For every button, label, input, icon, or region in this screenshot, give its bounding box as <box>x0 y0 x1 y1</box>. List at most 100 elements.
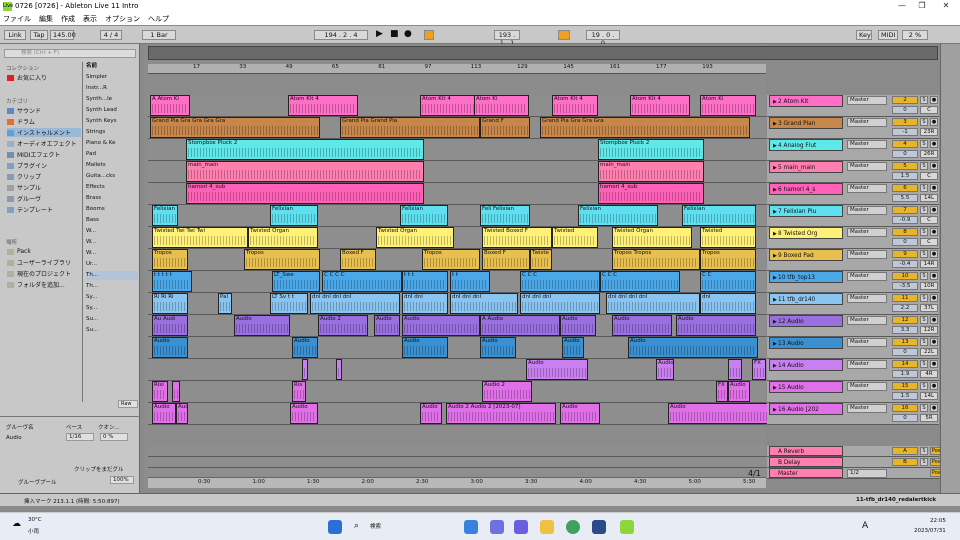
track-activator[interactable]: 3 <box>892 118 918 126</box>
clip[interactable]: t t t <box>402 271 448 292</box>
clip[interactable]: Atom Kit 4 <box>288 95 358 116</box>
clip[interactable]: Atom Kit 4 <box>420 95 478 116</box>
clip[interactable]: Twisted <box>552 227 598 248</box>
chrome-icon[interactable] <box>566 520 580 534</box>
arm-button[interactable]: ● <box>930 228 938 236</box>
track-fold-icon[interactable]: ▶ <box>773 121 777 127</box>
file-list-item[interactable]: Bass <box>86 216 138 225</box>
track-fold-icon[interactable]: ▶ <box>773 319 777 325</box>
track-activator[interactable]: 4 <box>892 140 918 148</box>
solo-button[interactable]: S <box>920 250 928 258</box>
file-list-item[interactable]: Guita...cks <box>86 172 138 181</box>
solo-button[interactable]: S <box>920 206 928 214</box>
track-pan[interactable]: C <box>920 238 938 246</box>
track-fold-icon[interactable]: ▶ <box>773 385 777 391</box>
file-list-item[interactable]: Synth Lead <box>86 106 138 115</box>
output-routing-select[interactable]: Master <box>847 404 887 413</box>
return-activator[interactable]: A <box>892 447 918 455</box>
clip[interactable]: Audio <box>420 403 442 424</box>
return-track-header[interactable]: B Delay B S Post <box>767 457 944 468</box>
clip[interactable]: dnl dnl dnl dnl <box>606 293 700 314</box>
track-pan[interactable]: 5R <box>920 414 938 422</box>
category-item[interactable]: サウンド <box>7 106 41 115</box>
track-name[interactable]: ▶ 3 Grand Pian <box>769 117 843 129</box>
file-list-item[interactable]: Sy... <box>86 304 138 313</box>
stop-button[interactable]: ■ <box>390 29 399 40</box>
track-pan[interactable]: 10R <box>920 282 938 290</box>
groove-base-select[interactable]: 1/16 <box>66 433 94 441</box>
clip[interactable]: Feli Felixian <box>480 205 530 226</box>
track-pan[interactable]: 12R <box>920 326 938 334</box>
clip[interactable]: A Audio <box>480 315 560 336</box>
clip[interactable]: dnl dnl dnl <box>520 293 600 314</box>
solo-button[interactable]: S <box>920 458 928 466</box>
track-volume[interactable]: -1 <box>892 128 918 136</box>
track-volume[interactable]: 0 <box>892 150 918 158</box>
clip[interactable]: Audio <box>374 315 400 336</box>
clip[interactable]: Audio <box>676 315 756 336</box>
track-pan[interactable]: C <box>920 106 938 114</box>
track-header[interactable]: ▶ 5 main_main Master 5 S ● 1.5 C <box>767 161 939 183</box>
output-routing-select[interactable]: Master <box>847 140 887 149</box>
clip[interactable]: hamori 4_sub <box>186 183 424 204</box>
track-header[interactable]: ▶ 2 Atom Kit Master 2 S ● 0 C <box>767 95 939 117</box>
file-list-item[interactable]: Piano & Ke <box>86 139 138 148</box>
category-item[interactable]: プラグイン <box>7 161 47 170</box>
clip[interactable]: Audio <box>628 337 758 358</box>
clip[interactable]: Grand Pia Gra Gra Gra <box>540 117 750 138</box>
temperature-label[interactable]: 30°C <box>28 517 42 523</box>
menu-item[interactable]: 作成 <box>61 14 75 24</box>
file-list-item[interactable]: Su... <box>86 326 138 335</box>
teams-icon[interactable] <box>490 520 504 534</box>
track-pan[interactable]: 14L <box>920 194 938 202</box>
clip[interactable]: Audio <box>668 403 780 424</box>
track-volume[interactable]: 3.3 <box>892 326 918 334</box>
clip[interactable]: Atom Kit 4 <box>630 95 690 116</box>
track-activator[interactable]: 5 <box>892 162 918 170</box>
track-name[interactable]: ▶ 2 Atom Kit <box>769 95 843 107</box>
track-activator[interactable]: 11 <box>892 294 918 302</box>
close-button[interactable]: ✕ <box>934 0 958 12</box>
track-fold-icon[interactable]: ▶ <box>773 165 777 171</box>
track-pan[interactable]: C <box>920 216 938 224</box>
solo-button[interactable]: S <box>920 316 928 324</box>
play-button[interactable]: ▶ <box>376 29 383 40</box>
file-list-item[interactable]: Strings <box>86 128 138 137</box>
arm-button[interactable]: ● <box>930 404 938 412</box>
groove-item-name[interactable]: Audio <box>6 435 22 441</box>
track-fold-icon[interactable]: ▶ <box>773 209 777 215</box>
track-fold-icon[interactable]: ▶ <box>773 99 777 105</box>
category-item[interactable]: サンプル <box>7 183 41 192</box>
clip[interactable]: Tropos <box>152 249 188 270</box>
chat-icon[interactable] <box>514 520 528 534</box>
track-pan[interactable]: 26R <box>920 150 938 158</box>
category-item[interactable]: テンプレート <box>7 205 53 214</box>
track-pan[interactable]: C <box>920 172 938 180</box>
store-icon[interactable] <box>592 520 606 534</box>
clip[interactable]: A Atom Ki <box>150 95 190 116</box>
clip[interactable] <box>302 359 308 380</box>
file-list-item[interactable]: Sy... <box>86 293 138 302</box>
category-item[interactable]: グルーヴ <box>7 194 41 203</box>
clip[interactable]: Twisted Organ <box>612 227 692 248</box>
clip[interactable]: Felixian <box>578 205 658 226</box>
clip[interactable]: Twisted Twi Twi Twi <box>152 227 248 248</box>
solo-button[interactable]: S <box>920 184 928 192</box>
file-list-item[interactable]: Booms <box>86 205 138 214</box>
track-header[interactable]: ▶ 8 Twisted Org Master 8 S ● 0 C <box>767 227 939 249</box>
solo-button[interactable]: S <box>920 140 928 148</box>
arm-button[interactable]: ● <box>930 96 938 104</box>
file-list-item[interactable]: Th... <box>86 282 138 291</box>
arm-button[interactable]: ● <box>930 272 938 280</box>
track-volume[interactable]: -3.5 <box>892 282 918 290</box>
file-list-item[interactable]: Th... <box>86 271 138 280</box>
clip[interactable]: Atom Ki <box>474 95 529 116</box>
clip[interactable]: Audio <box>292 337 318 358</box>
clock-date[interactable]: 2023/07/31 <box>914 528 946 534</box>
output-routing-select[interactable]: Master <box>847 382 887 391</box>
track-volume[interactable]: -0.9 <box>892 216 918 224</box>
clip[interactable]: C C C <box>520 271 600 292</box>
clip[interactable]: main_main <box>598 161 704 182</box>
track-name[interactable]: ▶ 9 Boxed Pad <box>769 249 843 261</box>
track-activator[interactable]: 9 <box>892 250 918 258</box>
